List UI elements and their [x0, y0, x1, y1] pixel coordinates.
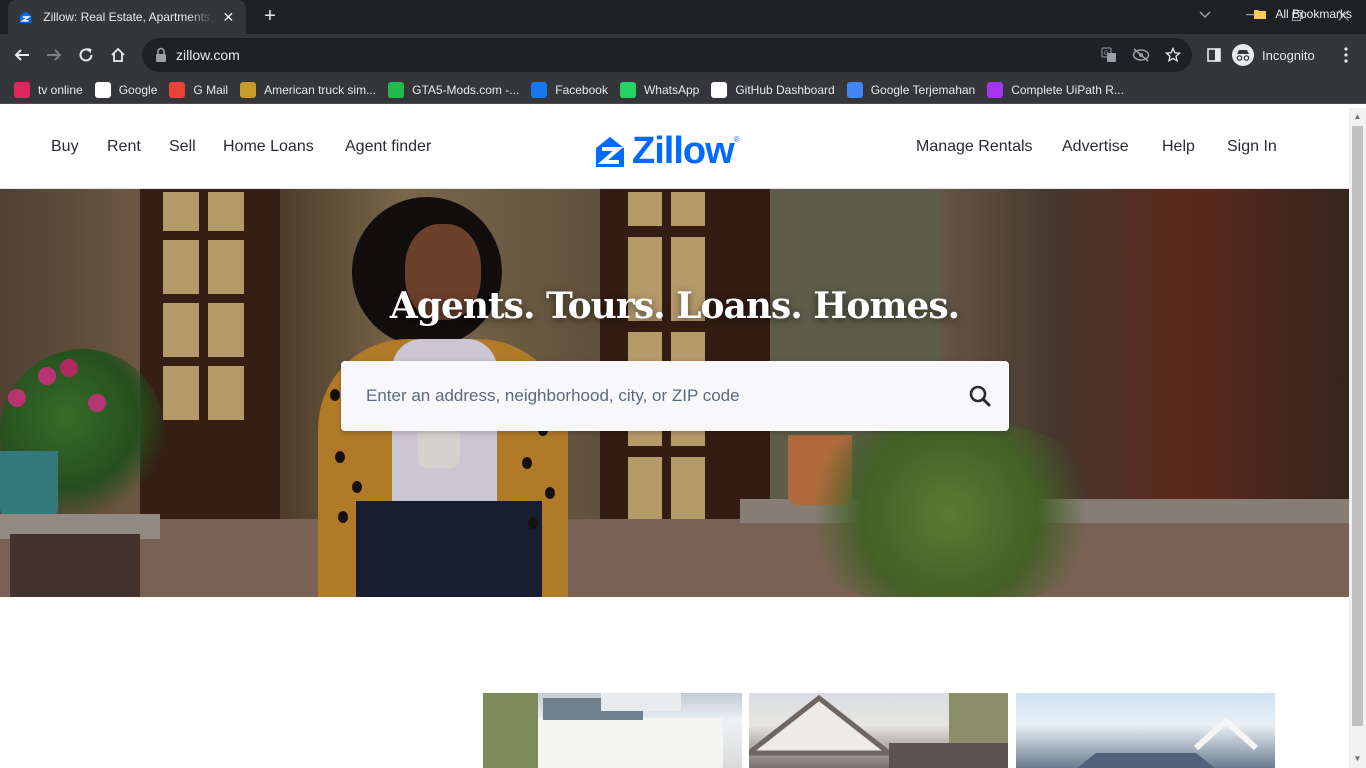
- nav-sell[interactable]: Sell: [169, 138, 196, 156]
- scroll-up-icon[interactable]: ▲: [1353, 112, 1362, 121]
- page-scrollbar[interactable]: ▲ ▼: [1349, 108, 1366, 768]
- scroll-down-icon[interactable]: ▼: [1353, 754, 1362, 763]
- nav-buy[interactable]: Buy: [51, 138, 79, 156]
- address-bar[interactable]: zillow.com G: [142, 38, 1192, 72]
- nav-advertise[interactable]: Advertise: [1062, 138, 1129, 156]
- folder-icon: [1254, 10, 1267, 19]
- translate-icon: [846, 81, 863, 98]
- browser-toolbar: zillow.com G Incognito: [0, 34, 1366, 76]
- github-icon: [711, 81, 728, 98]
- bookmark-label: G Mail: [193, 82, 229, 97]
- home-card-image[interactable]: [1016, 693, 1275, 768]
- tab-search-icon[interactable]: [1182, 0, 1228, 30]
- gmail-icon: [169, 81, 186, 98]
- search-icon[interactable]: [967, 383, 993, 409]
- tracking-protection-icon[interactable]: [1132, 46, 1150, 64]
- google-icon: [94, 81, 111, 98]
- zillow-house-icon: [596, 136, 624, 167]
- all-bookmarks-label: All Bookmarks: [1275, 7, 1352, 21]
- browser-tab-bar: Zillow: Real Estate, Apartments, Mortgag…: [0, 0, 1366, 34]
- bookmark-item[interactable]: WhatsApp: [619, 78, 700, 102]
- logo-registered-mark: ®: [733, 135, 740, 144]
- facebook-icon: [531, 81, 548, 98]
- more-menu-icon[interactable]: [1334, 43, 1358, 67]
- vidio-icon: [14, 81, 30, 98]
- nav-agent-finder[interactable]: Agent finder: [345, 138, 431, 156]
- forward-icon[interactable]: [42, 43, 66, 67]
- nav-home-loans[interactable]: Home Loans: [223, 138, 314, 156]
- site-header: Buy Rent Sell Home Loans Agent finder Zi…: [0, 108, 1349, 189]
- back-icon[interactable]: [10, 43, 34, 67]
- bookmarks-bar: tv online Google G Mail American truck sim.…: [0, 76, 1366, 104]
- url-text[interactable]: zillow.com: [176, 47, 240, 63]
- bookmark-label: Facebook: [555, 82, 608, 97]
- bookmark-label: Complete UiPath R...: [1011, 82, 1124, 97]
- new-tab-button[interactable]: +: [258, 4, 282, 28]
- scrollbar-thumb[interactable]: [1352, 126, 1363, 726]
- bookmark-label: GTA5-Mods.com -...: [412, 82, 520, 97]
- tab-title: Zillow: Real Estate, Apartments, Mortgag…: [43, 10, 213, 24]
- zillow-logo[interactable]: Zillow ®: [594, 130, 740, 173]
- nav-rent[interactable]: Rent: [107, 138, 141, 156]
- home-card-image[interactable]: [483, 693, 742, 768]
- bookmark-item[interactable]: Google Terjemahan: [846, 78, 976, 102]
- close-tab-icon[interactable]: ✕: [221, 9, 236, 26]
- bookmark-star-icon[interactable]: [1164, 46, 1182, 64]
- hero-title: Agents. Tours. Loans. Homes.: [389, 285, 960, 327]
- incognito-label: Incognito: [1262, 47, 1315, 63]
- bookmark-item[interactable]: Facebook: [531, 78, 608, 102]
- translate-page-icon[interactable]: G: [1100, 46, 1118, 64]
- bookmark-label: American truck sim...: [264, 82, 377, 97]
- bookmark-item[interactable]: American truck sim...: [240, 78, 376, 102]
- bookmark-item[interactable]: G Mail: [169, 78, 228, 102]
- incognito-profile-button[interactable]: Incognito: [1232, 38, 1315, 72]
- web-page: Buy Rent Sell Home Loans Agent finder Zi…: [0, 108, 1349, 768]
- logo-text: Zillow: [632, 130, 735, 172]
- search-box: [341, 361, 1009, 431]
- nav-manage-rentals[interactable]: Manage Rentals: [916, 138, 1033, 156]
- ats-icon: [240, 81, 257, 98]
- lock-icon[interactable]: [154, 47, 168, 63]
- nav-help[interactable]: Help: [1162, 138, 1195, 156]
- udemy-icon: [987, 81, 1004, 98]
- bookmark-label: Google Terjemahan: [870, 82, 976, 97]
- incognito-icon: [1232, 44, 1254, 66]
- bookmark-item[interactable]: tv online: [14, 78, 83, 102]
- zillow-favicon-icon: [19, 11, 32, 23]
- search-input[interactable]: [366, 386, 946, 406]
- bookmark-item[interactable]: GTA5-Mods.com -...: [388, 78, 519, 102]
- bookmark-label: WhatsApp: [643, 82, 700, 97]
- hero-banner: Agents. Tours. Loans. Homes.: [0, 189, 1349, 597]
- home-icon[interactable]: [106, 43, 130, 67]
- browser-tab[interactable]: Zillow: Real Estate, Apartments, Mortgag…: [8, 0, 246, 34]
- reload-icon[interactable]: [74, 43, 98, 67]
- svg-text:G: G: [1104, 51, 1109, 57]
- side-panel-icon[interactable]: [1202, 43, 1226, 67]
- whatsapp-icon: [619, 81, 636, 98]
- bookmark-label: GitHub Dashboard: [735, 82, 835, 97]
- home-card-image[interactable]: [749, 693, 1008, 768]
- below-fold-section: [0, 597, 1349, 768]
- bookmark-item[interactable]: Google: [94, 78, 158, 102]
- all-bookmarks-button[interactable]: All Bookmarks: [1253, 2, 1352, 26]
- gta5mods-icon: [388, 81, 405, 98]
- bookmark-item[interactable]: GitHub Dashboard: [711, 78, 835, 102]
- bookmark-label: Google: [118, 82, 158, 97]
- bookmark-item[interactable]: Complete UiPath R...: [987, 78, 1124, 102]
- nav-sign-in[interactable]: Sign In: [1227, 138, 1277, 156]
- bookmark-label: tv online: [38, 82, 83, 97]
